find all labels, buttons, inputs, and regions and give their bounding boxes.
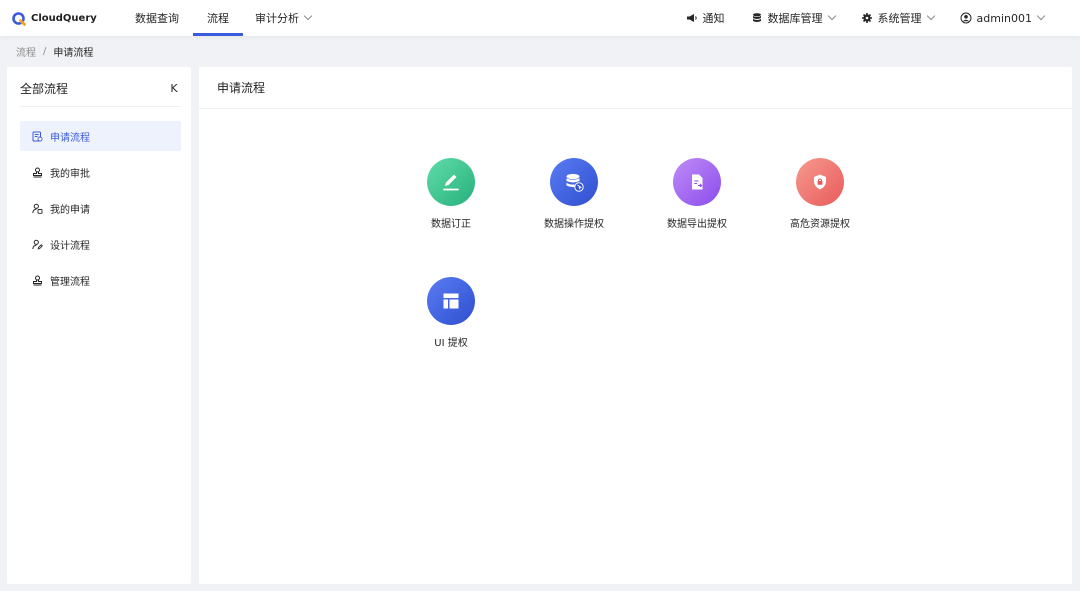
tile-data-export-privilege[interactable]: 数据导出提权 bbox=[637, 158, 757, 230]
right-nav: 通知 数据库管理 系统管理 admin001 bbox=[660, 0, 1046, 36]
user-apply-icon bbox=[32, 203, 43, 214]
tile-label: 高危资源提权 bbox=[790, 219, 850, 230]
sidebar-item-label: 设计流程 bbox=[50, 240, 90, 252]
tile-label: 数据订正 bbox=[431, 219, 471, 230]
nav-item-label: 审计分析 bbox=[255, 12, 299, 25]
tile-data-correction[interactable]: 数据订正 bbox=[391, 158, 511, 230]
sidebar-item-label: 我的申请 bbox=[50, 204, 90, 216]
tile-data-operation-privilege[interactable]: 数据操作提权 bbox=[514, 158, 634, 230]
breadcrumb-parent[interactable]: 流程 bbox=[16, 44, 36, 59]
sidebar-item-label: 申请流程 bbox=[50, 132, 90, 144]
document-export-icon bbox=[673, 158, 721, 206]
sys-manage-label: 系统管理 bbox=[877, 12, 922, 25]
db-manage-label: 数据库管理 bbox=[767, 12, 823, 25]
shield-lock-icon bbox=[796, 158, 844, 206]
user-avatar-icon bbox=[960, 12, 972, 24]
stamp-icon bbox=[32, 167, 43, 178]
user-name: admin001 bbox=[976, 11, 1032, 25]
sidebar-item-apply-workflow[interactable]: 申请流程 bbox=[20, 121, 181, 151]
sidebar-header: 全部流程 K bbox=[20, 79, 181, 107]
sidebar-item-label: 管理流程 bbox=[50, 276, 90, 288]
breadcrumb-separator: / bbox=[43, 45, 47, 57]
sidebar-item-my-approvals[interactable]: 我的审批 bbox=[20, 157, 181, 187]
tile-label: 数据操作提权 bbox=[544, 219, 604, 230]
sys-manage-menu[interactable]: 系统管理 bbox=[861, 10, 935, 26]
sidebar-item-label: 我的审批 bbox=[50, 168, 90, 180]
user-design-icon bbox=[32, 239, 43, 250]
tile-label: 数据导出提权 bbox=[667, 219, 727, 230]
brand[interactable]: CloudQuery bbox=[12, 11, 124, 26]
nav-item-label: 数据查询 bbox=[135, 12, 179, 25]
sidebar-title: 全部流程 bbox=[20, 82, 69, 96]
form-icon bbox=[32, 131, 43, 142]
nav-item-data-query[interactable]: 数据查询 bbox=[124, 0, 190, 36]
brand-name: CloudQuery bbox=[31, 12, 97, 24]
tile-label: UI 提权 bbox=[434, 338, 468, 349]
collapse-sidebar-icon[interactable]: K bbox=[167, 82, 181, 95]
chevron-down-icon bbox=[1036, 11, 1046, 21]
layout-icon bbox=[427, 277, 475, 325]
pencil-icon bbox=[427, 158, 475, 206]
sidebar-item-design-workflow[interactable]: 设计流程 bbox=[20, 229, 181, 259]
main-panel: 申请流程 数据订正 数据操作提权 数据导出提权 高危资源提权 UI 提权 bbox=[199, 67, 1072, 584]
top-navbar: CloudQuery 数据查询 流程 审计分析 通知 数据库管理 系统管理 ad… bbox=[0, 0, 1080, 36]
notify-button[interactable]: 通知 bbox=[686, 10, 725, 26]
megaphone-icon bbox=[686, 12, 698, 24]
chevron-down-icon bbox=[926, 11, 935, 21]
breadcrumb: 流程 / 申请流程 bbox=[16, 44, 94, 59]
sidebar-list: 申请流程 我的审批 我的申请 设计流程 管理流程 bbox=[20, 121, 181, 301]
db-manage-menu[interactable]: 数据库管理 bbox=[751, 10, 836, 26]
nav-item-audit-analysis[interactable]: 审计分析 bbox=[243, 0, 323, 36]
user-menu[interactable]: admin001 bbox=[960, 11, 1046, 25]
nav-item-workflow[interactable]: 流程 bbox=[193, 0, 243, 36]
main-title: 申请流程 bbox=[199, 67, 1072, 109]
sidebar-item-manage-workflow[interactable]: 管理流程 bbox=[20, 265, 181, 295]
chevron-down-icon bbox=[303, 11, 313, 21]
breadcrumb-current: 申请流程 bbox=[53, 47, 94, 59]
database-cursor-icon bbox=[550, 158, 598, 206]
sidebar: 全部流程 K 申请流程 我的审批 我的申请 设计流程 管理流程 bbox=[7, 67, 191, 584]
tile-high-risk-resource-privilege[interactable]: 高危资源提权 bbox=[760, 158, 880, 230]
nav-item-label: 流程 bbox=[207, 12, 229, 25]
notify-label: 通知 bbox=[702, 12, 725, 25]
database-icon bbox=[751, 12, 763, 24]
stamp-icon bbox=[32, 275, 43, 286]
cloudquery-logo-icon bbox=[12, 11, 26, 26]
sidebar-item-my-applications[interactable]: 我的申请 bbox=[20, 193, 181, 223]
tile-ui-privilege[interactable]: UI 提权 bbox=[391, 277, 511, 349]
gear-icon bbox=[861, 12, 873, 24]
chevron-down-icon bbox=[827, 11, 836, 21]
